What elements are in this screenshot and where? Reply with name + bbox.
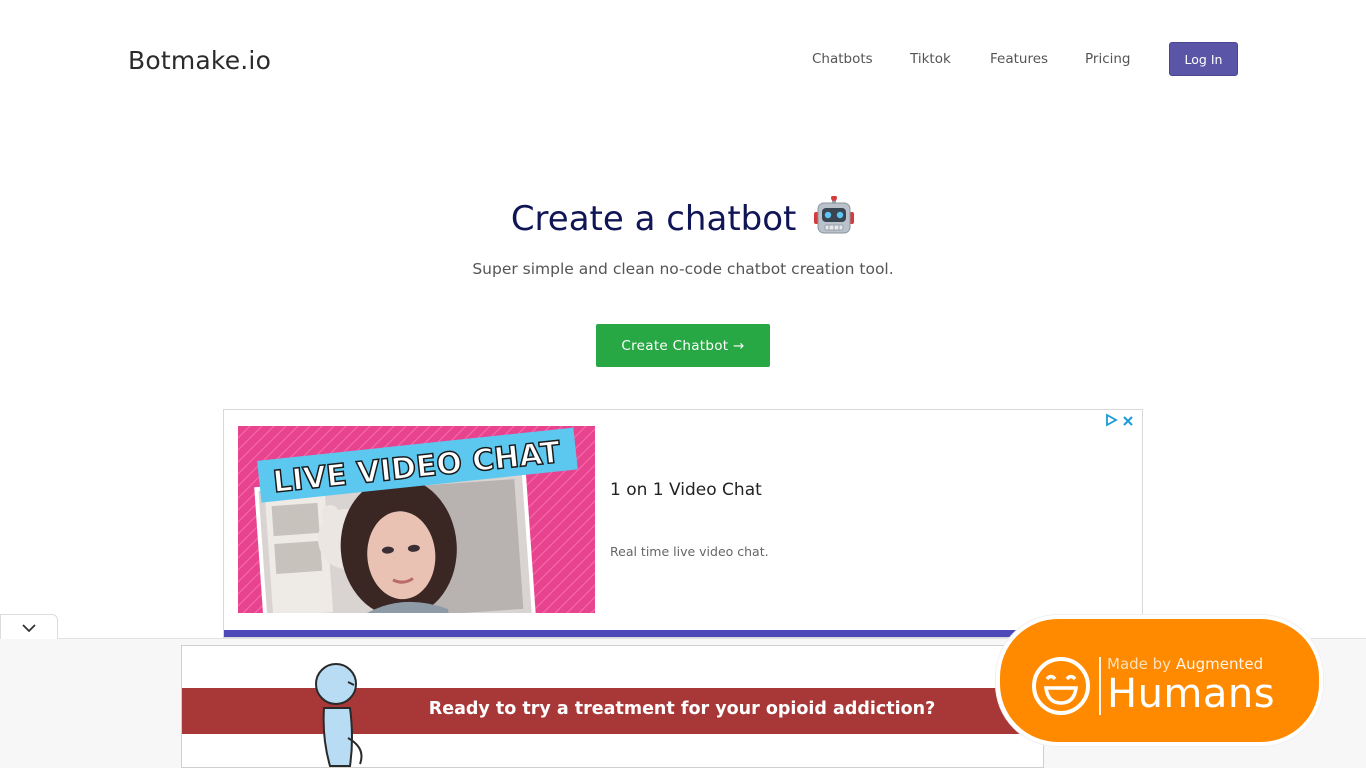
badge-humans: Humans — [1107, 671, 1276, 717]
adchoices-icon[interactable] — [1104, 412, 1118, 431]
page-title: Create a chatbot — [0, 195, 1366, 239]
nav-link-features[interactable]: Features — [990, 51, 1048, 67]
nav-link-tiktok[interactable]: Tiktok — [910, 51, 951, 67]
close-icon[interactable] — [1122, 412, 1134, 431]
nav-link-pricing[interactable]: Pricing — [1085, 51, 1131, 67]
chevron-down-icon — [21, 618, 37, 637]
nav-link-chatbots[interactable]: Chatbots — [812, 51, 873, 67]
robot-icon — [813, 195, 855, 236]
brand-logo[interactable]: Botmake.io — [128, 46, 271, 75]
badge-divider — [1099, 657, 1101, 715]
ad-headline[interactable]: 1 on 1 Video Chat — [610, 480, 762, 500]
smiley-icon — [1030, 655, 1092, 721]
hero-subtitle: Super simple and clean no-code chatbot c… — [472, 260, 894, 278]
ad-image[interactable]: LIVE VIDEO CHAT — [238, 426, 595, 613]
top-nav: Botmake.io Chatbots Tiktok Features Pric… — [0, 0, 1366, 110]
ad-description[interactable]: Real time live video chat. — [610, 544, 769, 559]
ad-bottom-strip — [224, 630, 1142, 637]
collapse-ad-button[interactable] — [0, 614, 58, 639]
made-by-badge[interactable]: Made by Augmented Humans — [996, 615, 1323, 746]
login-button[interactable]: Log In — [1169, 42, 1238, 76]
ad-controls — [1104, 412, 1134, 431]
person-illustration-icon — [310, 658, 376, 767]
display-ad[interactable]: LIVE VIDEO CHAT 1 on 1 Video Chat Real t… — [223, 409, 1143, 638]
bottom-banner-ad[interactable]: Ready to try a treatment for your opioid… — [181, 645, 1044, 768]
page-title-text: Create a chatbot — [510, 199, 797, 239]
create-chatbot-button[interactable]: Create Chatbot → — [596, 324, 770, 367]
